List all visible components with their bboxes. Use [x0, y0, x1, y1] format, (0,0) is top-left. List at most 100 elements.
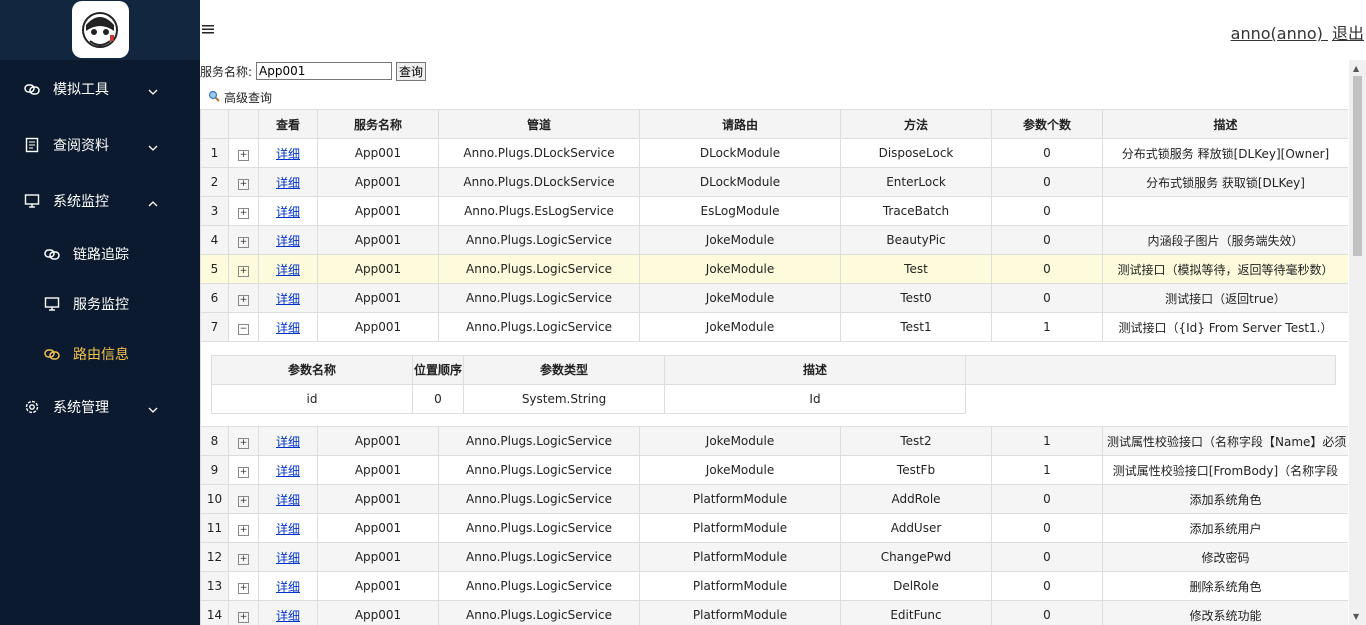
sidebar-item-service-monitor[interactable]: 服务监控 — [0, 279, 200, 329]
advanced-search[interactable]: 高级查询 — [208, 89, 272, 106]
view-cell: 详细 — [258, 283, 318, 313]
service-name-cell: App001 — [317, 225, 439, 255]
menu-item-monitor[interactable]: 系统监控 — [0, 173, 200, 229]
scroll-thumb[interactable] — [1353, 76, 1362, 256]
detail-link[interactable]: 详细 — [276, 292, 300, 306]
detail-link[interactable]: 详细 — [276, 609, 300, 623]
topbar: anno(anno) 退出 — [200, 0, 1366, 60]
expand-toggle-icon[interactable]: + — [238, 236, 249, 248]
expand-toggle-icon[interactable]: + — [238, 611, 249, 623]
query-button[interactable]: 查询 — [396, 61, 427, 81]
menu-label: 系统监控 — [53, 194, 109, 210]
expand-toggle-icon[interactable]: + — [238, 495, 249, 507]
view-cell: 详细 — [258, 455, 318, 485]
menu-label: 系统管理 — [53, 400, 109, 416]
logo[interactable] — [72, 1, 129, 58]
menu-item-simulation[interactable]: 模拟工具 — [0, 61, 200, 117]
expand-cell: − — [228, 312, 259, 342]
param-name-cell: id — [211, 383, 413, 414]
column-header: 参数名称 — [211, 354, 413, 385]
route-cell: DLockModule — [639, 167, 841, 197]
expand-toggle-icon[interactable]: + — [238, 294, 249, 306]
sidebar-item-trace[interactable]: 链路追踪 — [0, 229, 200, 279]
table-row[interactable]: 13 + 详细 App001 Anno.Plugs.LogicService P… — [200, 571, 1348, 601]
table-row[interactable]: 6 + 详细 App001 Anno.Plugs.LogicService Jo… — [200, 283, 1348, 313]
view-cell: 详细 — [258, 426, 318, 456]
logout-link[interactable]: 退出 — [1332, 24, 1364, 43]
detail-link[interactable]: 详细 — [276, 435, 300, 449]
detail-link[interactable]: 详细 — [276, 147, 300, 161]
method-cell: Test2 — [840, 426, 992, 456]
detail-link[interactable]: 详细 — [276, 176, 300, 190]
table-row[interactable]: 7 − 详细 App001 Anno.Plugs.LogicService Jo… — [200, 312, 1348, 342]
expand-cell: + — [228, 283, 259, 313]
detail-link[interactable]: 详细 — [276, 205, 300, 219]
service-name-cell: App001 — [317, 513, 439, 543]
param-count-cell: 0 — [991, 196, 1103, 226]
row-number: 6 — [200, 283, 229, 313]
service-name-input[interactable] — [256, 62, 393, 80]
vertical-scrollbar[interactable]: ▲ ▼ — [1349, 60, 1366, 625]
expand-toggle-icon[interactable]: + — [238, 265, 249, 277]
view-cell: 详细 — [258, 571, 318, 601]
table-row[interactable]: 3 + 详细 App001 Anno.Plugs.EsLogService Es… — [200, 196, 1348, 226]
submenu-monitor: 链路追踪 服务监控 路由信息 — [0, 229, 200, 379]
column-header: 参数类型 — [463, 354, 665, 385]
table-row[interactable]: 5 + 详细 App001 Anno.Plugs.LogicService Jo… — [200, 254, 1348, 284]
column-header[interactable]: 管道 — [438, 109, 640, 139]
menu-label: 模拟工具 — [53, 82, 109, 98]
detail-link[interactable]: 详细 — [276, 493, 300, 507]
expand-toggle-icon[interactable]: + — [238, 178, 249, 190]
table-row[interactable]: 1 + 详细 App001 Anno.Plugs.DLockService DL… — [200, 138, 1348, 168]
table-row[interactable]: 8 + 详细 App001 Anno.Plugs.LogicService Jo… — [200, 426, 1348, 456]
param-count-cell: 1 — [991, 455, 1103, 485]
param-count-cell: 0 — [991, 225, 1103, 255]
detail-link[interactable]: 详细 — [276, 551, 300, 565]
param-table: 参数名称 位置顺序 参数类型 描述 id 0 System.String Id — [211, 354, 1336, 414]
scroll-down-icon[interactable]: ▼ — [1353, 612, 1359, 621]
expand-toggle-icon[interactable]: + — [238, 437, 249, 449]
detail-link[interactable]: 详细 — [276, 263, 300, 277]
user-name[interactable]: anno(anno) — [1231, 24, 1323, 43]
table-row[interactable]: 4 + 详细 App001 Anno.Plugs.LogicService Jo… — [200, 225, 1348, 255]
route-cell: PlatformModule — [639, 513, 841, 543]
expand-toggle-icon[interactable]: + — [238, 149, 249, 161]
menu-item-docs[interactable]: 查阅资料 — [0, 117, 200, 173]
column-header[interactable]: 服务名称 — [317, 109, 439, 139]
view-cell: 详细 — [258, 513, 318, 543]
scroll-up-icon[interactable]: ▲ — [1353, 64, 1359, 73]
table-row[interactable]: 10 + 详细 App001 Anno.Plugs.LogicService P… — [200, 484, 1348, 514]
param-position-cell: 0 — [412, 383, 464, 414]
detail-link[interactable]: 详细 — [276, 464, 300, 478]
route-cell: EsLogModule — [639, 196, 841, 226]
column-header[interactable]: 查看 — [258, 109, 318, 139]
expand-cell: + — [228, 426, 259, 456]
detail-link[interactable]: 详细 — [276, 580, 300, 594]
table-row[interactable]: 12 + 详细 App001 Anno.Plugs.LogicService P… — [200, 542, 1348, 572]
detail-link[interactable]: 详细 — [276, 321, 300, 335]
column-header[interactable]: 请路由 — [639, 109, 841, 139]
magnifier-icon — [208, 90, 220, 105]
advanced-search-label: 高级查询 — [224, 91, 273, 105]
expand-toggle-icon[interactable]: + — [238, 582, 249, 594]
param-count-cell: 0 — [991, 484, 1103, 514]
table-row[interactable]: 9 + 详细 App001 Anno.Plugs.LogicService Jo… — [200, 455, 1348, 485]
menu-item-system-admin[interactable]: 系统管理 — [0, 379, 200, 435]
sidebar-item-route-info[interactable]: 路由信息 — [0, 329, 200, 379]
column-header[interactable]: 描述 — [1102, 109, 1348, 139]
table-row[interactable]: 14 + 详细 App001 Anno.Plugs.LogicService P… — [200, 600, 1348, 625]
expand-toggle-icon[interactable]: + — [238, 207, 249, 219]
pipeline-cell: Anno.Plugs.LogicService — [438, 484, 640, 514]
table-row[interactable]: 2 + 详细 App001 Anno.Plugs.DLockService DL… — [200, 167, 1348, 197]
param-count-cell: 1 — [991, 426, 1103, 456]
detail-link[interactable]: 详细 — [276, 234, 300, 248]
table-row[interactable]: 11 + 详细 App001 Anno.Plugs.LogicService P… — [200, 513, 1348, 543]
column-header[interactable]: 方法 — [840, 109, 992, 139]
expand-toggle-icon[interactable]: + — [238, 553, 249, 565]
expand-toggle-icon[interactable]: − — [238, 323, 249, 335]
column-header[interactable]: 参数个数 — [991, 109, 1103, 139]
expand-toggle-icon[interactable]: + — [238, 524, 249, 536]
detail-link[interactable]: 详细 — [276, 522, 300, 536]
menu-toggle-icon[interactable] — [202, 22, 214, 38]
expand-toggle-icon[interactable]: + — [238, 466, 249, 478]
